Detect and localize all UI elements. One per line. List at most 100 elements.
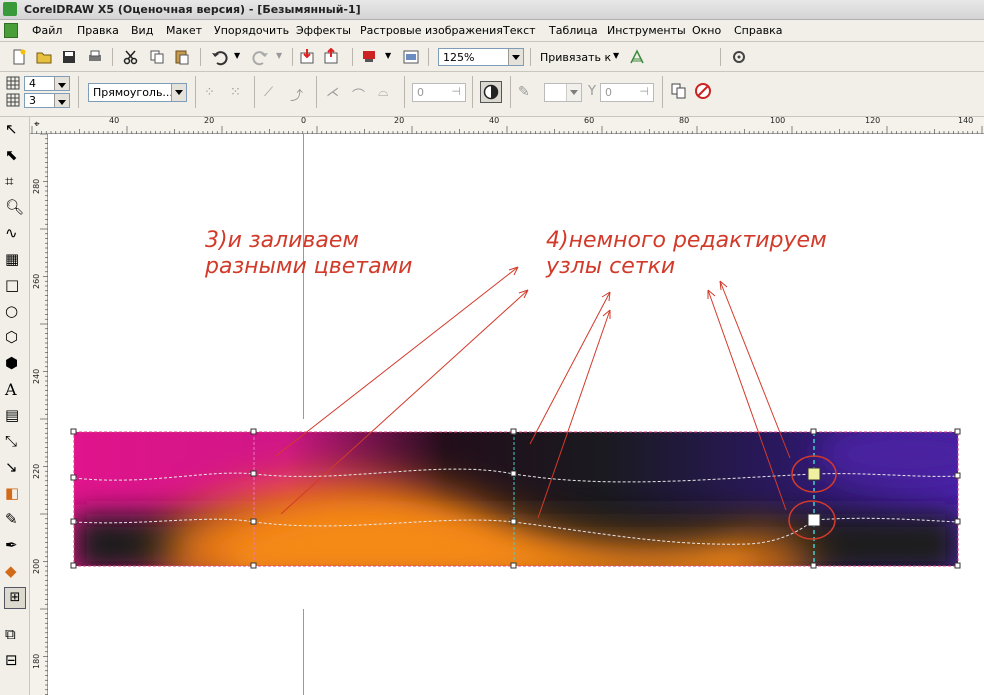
convert-to-line-icon[interactable]: ⟋ <box>264 85 273 100</box>
clear-mesh-icon[interactable] <box>694 82 712 100</box>
menu-layout[interactable]: Макет <box>166 24 202 37</box>
new-document-icon[interactable] <box>10 48 28 66</box>
v-ruler-label: 280 <box>32 178 41 194</box>
v-ruler-label: 200 <box>32 558 41 574</box>
transparency-field[interactable]: 0 ⊣ <box>600 83 654 102</box>
save-icon[interactable] <box>60 48 78 66</box>
drawing-canvas[interactable]: 3)и заливаем разными цветами 4)немного р… <box>48 134 984 695</box>
curve-smoothness-field[interactable]: 0 ⊣ <box>412 83 466 102</box>
delete-node-icon[interactable]: ⁙ <box>230 85 241 100</box>
menu-edit[interactable]: Правка <box>77 24 119 37</box>
connector-tool-icon[interactable]: ↘ <box>5 458 25 478</box>
menu-table[interactable]: Таблица <box>549 24 598 37</box>
rows-spinbox[interactable]: 4 <box>24 76 70 91</box>
welcome-screen-icon[interactable] <box>402 48 420 66</box>
smooth-mesh-color-toggle[interactable] <box>480 81 502 103</box>
dimension-tool-icon[interactable]: ⤡ <box>5 432 25 452</box>
columns-spinbox[interactable]: 3 <box>24 93 70 108</box>
v-ruler-label: 180 <box>32 653 41 669</box>
grid-rows-icon <box>6 76 20 90</box>
h-ruler-label: 40 <box>109 116 120 125</box>
open-folder-icon[interactable] <box>35 48 53 66</box>
undo-dropdown-icon[interactable]: ▼ <box>234 51 240 60</box>
eyedropper-icon[interactable]: ✎ <box>518 84 530 100</box>
menu-view[interactable]: Вид <box>131 24 153 37</box>
export-icon[interactable] <box>322 48 340 66</box>
cut-icon[interactable] <box>122 48 140 66</box>
crop-tool-icon[interactable]: ⌗ <box>5 172 25 192</box>
menu-text[interactable]: Текст <box>503 24 536 37</box>
selected-mesh-node[interactable] <box>807 467 821 481</box>
property-bar: 4 3 Прямоуголь... ⁘ ⁙ ⟋ ⤴ ⋌ ⌒ ⌓ 0 ⊣ ✎ Y … <box>0 72 984 117</box>
redo-dropdown-icon[interactable]: ▼ <box>276 51 282 60</box>
mesh-artwork[interactable] <box>48 134 984 695</box>
undo-icon[interactable] <box>210 48 228 66</box>
vertical-ruler[interactable]: 280 260 240 220 200 180 <box>30 134 48 695</box>
table-tool-icon[interactable]: ▤ <box>5 406 25 426</box>
zoom-combo[interactable]: 125% <box>438 48 524 66</box>
selection-mode-dropdown-icon[interactable] <box>171 84 186 101</box>
pick-tool-icon[interactable]: ↖ <box>5 120 25 140</box>
menu-tools[interactable]: Инструменты <box>607 24 686 37</box>
interactive-fill-tool-icon[interactable]: ⧉ <box>5 625 25 645</box>
mesh-fill-tool-icon[interactable]: ⊞ <box>4 587 26 609</box>
convert-to-curve-icon[interactable]: ⤴ <box>290 85 303 104</box>
horizontal-ruler-ticks <box>31 126 983 134</box>
copy-icon[interactable] <box>148 48 166 66</box>
snap-options-icon[interactable] <box>628 48 646 66</box>
menu-effects[interactable]: Эффекты <box>296 24 351 37</box>
menu-file[interactable]: Файл <box>32 24 62 37</box>
coreldraw-logo-icon <box>3 2 17 16</box>
menu-bar: Файл Правка Вид Макет Упорядочить Эффект… <box>0 20 984 42</box>
options-gear-icon[interactable] <box>730 48 748 66</box>
h-ruler-label: 140 <box>958 116 974 125</box>
node-color-picker[interactable] <box>544 83 582 102</box>
rectangle-tool-icon[interactable]: □ <box>5 276 25 296</box>
redo-icon[interactable] <box>252 48 270 66</box>
h-ruler-label: 120 <box>865 116 881 125</box>
mesh-fill-object[interactable] <box>74 424 984 584</box>
menu-help[interactable]: Справка <box>734 24 782 37</box>
eyedropper-tool-icon[interactable]: ✎ <box>5 510 25 530</box>
transparency-slider-icon[interactable]: ⊣ <box>639 85 649 98</box>
application-launcher-icon[interactable] <box>360 48 378 66</box>
snap-dropdown-icon[interactable]: ▼ <box>613 51 619 60</box>
smooth-node-icon[interactable]: ⌒ <box>352 85 365 104</box>
menu-bitmaps[interactable]: Растровые изображения <box>360 24 503 37</box>
columns-spin-icon[interactable] <box>54 94 69 107</box>
fill-tool-icon[interactable]: ◆ <box>5 562 25 582</box>
add-node-icon[interactable]: ⁘ <box>204 85 215 100</box>
print-icon[interactable] <box>86 48 104 66</box>
text-tool-icon[interactable]: A <box>5 380 25 400</box>
ruler-origin-icon[interactable]: ⌖ <box>34 119 40 130</box>
paste-icon[interactable] <box>173 48 191 66</box>
freehand-tool-icon[interactable]: ∿ <box>5 224 25 244</box>
cusp-node-icon[interactable]: ⋌ <box>326 85 339 100</box>
basic-shapes-tool-icon[interactable]: ⬢ <box>5 354 25 374</box>
ellipse-tool-icon[interactable]: ○ <box>5 302 25 322</box>
outline-tool-icon[interactable]: ✒ <box>5 536 25 556</box>
selection-mode-combo[interactable]: Прямоуголь... <box>88 83 187 102</box>
node-color-dropdown-icon[interactable] <box>566 84 581 101</box>
horizontal-ruler[interactable]: 40 20 0 20 40 60 80 100 120 140 <box>30 116 984 134</box>
shape-tool-icon[interactable]: ⬉ <box>5 146 25 166</box>
launcher-dropdown-icon[interactable]: ▼ <box>385 51 391 60</box>
symmetric-node-icon[interactable]: ⌓ <box>378 85 388 100</box>
zoom-dropdown-icon[interactable] <box>508 49 523 65</box>
document-icon[interactable] <box>4 23 18 38</box>
h-ruler-label: 40 <box>489 116 500 125</box>
more-tools-icon[interactable]: ⊟ <box>5 651 25 671</box>
zoom-tool-icon[interactable]: 🔍︎ <box>5 198 25 218</box>
menu-arrange[interactable]: Упорядочить <box>214 24 289 37</box>
polygon-tool-icon[interactable]: ⬡ <box>5 328 25 348</box>
selected-mesh-node[interactable] <box>807 513 821 527</box>
menu-window[interactable]: Окно <box>692 24 721 37</box>
selection-mode-value: Прямоуголь... <box>93 86 173 99</box>
snap-to-label[interactable]: Привязать к <box>540 51 611 64</box>
smart-fill-tool-icon[interactable]: ▦ <box>5 250 25 270</box>
copy-mesh-properties-icon[interactable] <box>670 82 688 100</box>
blend-tool-icon[interactable]: ◧ <box>5 484 25 504</box>
smoothness-slider-icon[interactable]: ⊣ <box>451 85 461 98</box>
rows-spin-icon[interactable] <box>54 77 69 90</box>
import-icon[interactable] <box>298 48 316 66</box>
